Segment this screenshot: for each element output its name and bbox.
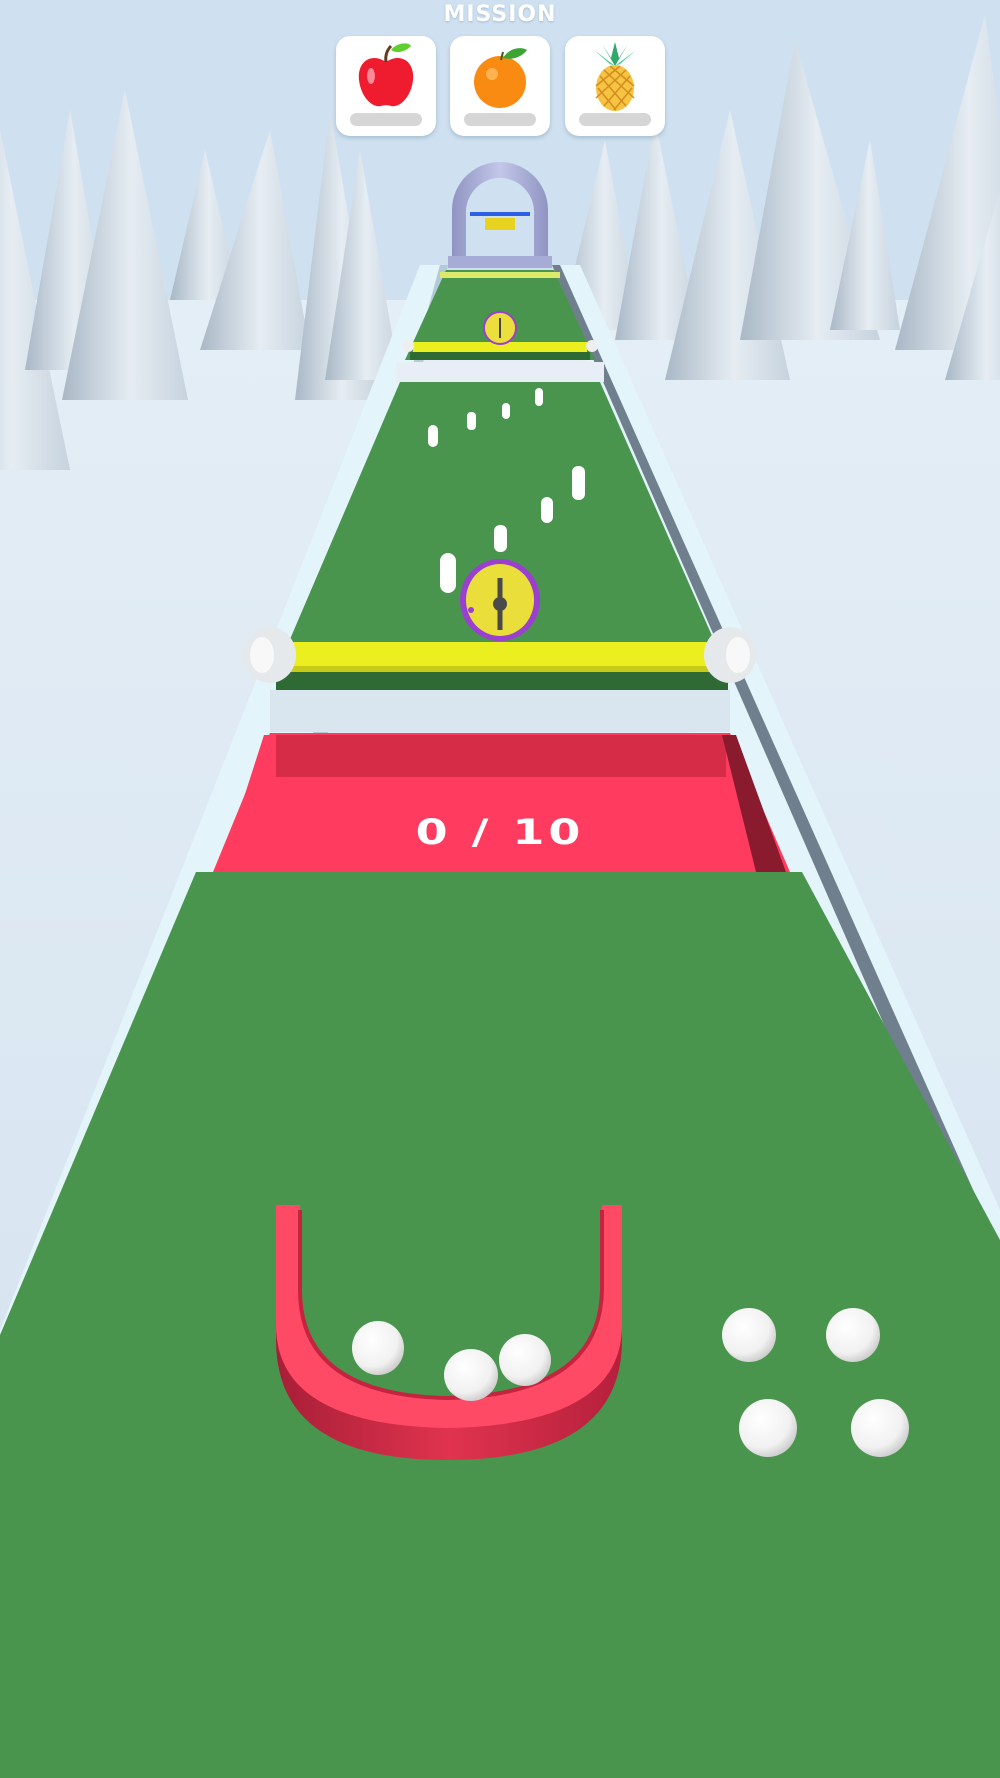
far-strip: [440, 272, 560, 278]
finish-arch: [448, 162, 552, 268]
peg: [572, 466, 585, 500]
ball: [739, 1399, 797, 1457]
far-gate-base: [410, 352, 590, 360]
ball: [851, 1399, 909, 1457]
collector-counter: 0 / 10: [415, 811, 585, 853]
peg: [541, 497, 553, 523]
far-gate-post: [402, 340, 414, 352]
ball: [722, 1308, 776, 1362]
mission-card-orange: [450, 36, 550, 136]
mission-progress-bar: [579, 113, 651, 126]
pineapple-icon: [594, 42, 636, 111]
peg: [494, 525, 507, 552]
far-gate-post: [586, 340, 598, 352]
peg: [467, 412, 476, 430]
mission-card-pineapple: [565, 36, 665, 136]
game-scene: [0, 15, 1000, 1778]
middle-track-edge: [276, 672, 728, 690]
mission-panel: MISSION: [0, 0, 1000, 150]
saw-wheel: [460, 559, 540, 641]
ball: [444, 1349, 498, 1401]
peg: [502, 403, 510, 419]
orange-icon: [474, 48, 527, 108]
mission-title: MISSION: [443, 2, 557, 27]
ball: [826, 1308, 880, 1362]
apple-icon: [358, 43, 414, 107]
mission-progress-bar: [350, 113, 422, 126]
ball: [499, 1334, 551, 1386]
peg: [428, 425, 438, 447]
far-saw-wheel: [483, 311, 517, 345]
peg: [440, 553, 456, 593]
mission-progress-bar: [464, 113, 536, 126]
mission-card-apple: [336, 36, 436, 136]
ball: [352, 1321, 404, 1375]
peg: [535, 388, 543, 406]
